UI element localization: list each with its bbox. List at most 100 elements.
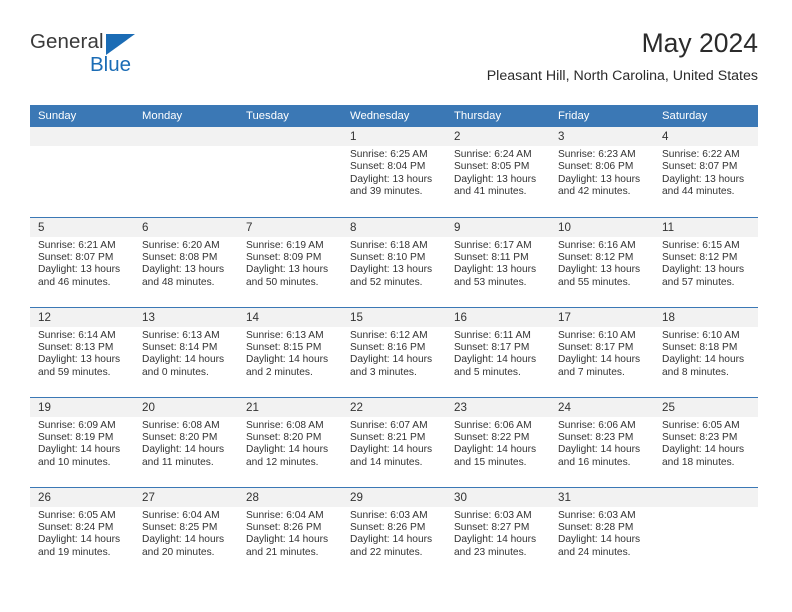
calendar-day-cell[interactable]: 20 Sunrise: 6:08 AM Sunset: 8:20 PM Dayligh… bbox=[134, 396, 238, 487]
day-details: Sunrise: 6:19 AM Sunset: 8:09 PM Daylight:… bbox=[238, 237, 342, 289]
calendar-day-cell[interactable]: 28 Sunrise: 6:04 AM Sunset: 8:26 PM Dayligh… bbox=[238, 486, 342, 577]
day-sunset-text: Sunset: 8:24 PM bbox=[38, 521, 114, 533]
calendar-grid: Sunday Monday Tuesday Wednesday Thursday Frid… bbox=[30, 105, 758, 577]
day-number: 22 bbox=[342, 397, 446, 417]
calendar-day-cell[interactable]: 17 Sunrise: 6:10 AM Sunset: 8:17 PM Dayligh… bbox=[550, 306, 654, 397]
day-sunset-text: Sunset: 8:20 PM bbox=[142, 431, 218, 443]
day-cell-inner: 19 Sunrise: 6:09 AM Sunset: 8:19 PM Dayligh… bbox=[30, 397, 134, 487]
calendar-week-row: 5 Sunrise: 6:21 AM Sunset: 8:07 PM Daylight… bbox=[30, 216, 758, 307]
day-sunset-text: Sunset: 8:10 PM bbox=[350, 251, 426, 263]
day-cell-inner: 6 Sunrise: 6:20 AM Sunset: 8:08 PM Daylight… bbox=[134, 217, 238, 307]
calendar-day-cell[interactable]: 6 Sunrise: 6:20 AM Sunset: 8:08 PM Daylight… bbox=[134, 216, 238, 307]
day-sunset-text: Sunset: 8:27 PM bbox=[454, 521, 530, 533]
calendar-day-cell[interactable]: 4 Sunrise: 6:22 AM Sunset: 8:07 PM Daylight… bbox=[654, 127, 758, 217]
day-daylight-text: and 59 minutes. bbox=[38, 366, 111, 378]
day-sunset-text: Sunset: 8:16 PM bbox=[350, 341, 426, 353]
calendar-day-cell[interactable]: 24 Sunrise: 6:06 AM Sunset: 8:23 PM Dayligh… bbox=[550, 396, 654, 487]
day-details: Sunrise: 6:21 AM Sunset: 8:07 PM Daylight:… bbox=[30, 237, 134, 289]
day-number: 13 bbox=[134, 307, 238, 327]
calendar-day-cell[interactable]: 29 Sunrise: 6:03 AM Sunset: 8:26 PM Dayligh… bbox=[342, 486, 446, 577]
day-daylight-text: and 19 minutes. bbox=[38, 546, 111, 558]
calendar-week-row: 26 Sunrise: 6:05 AM Sunset: 8:24 PM Dayligh… bbox=[30, 486, 758, 578]
calendar-day-cell[interactable]: 15 Sunrise: 6:12 AM Sunset: 8:16 PM Dayligh… bbox=[342, 306, 446, 397]
calendar-day-cell[interactable]: 30 Sunrise: 6:03 AM Sunset: 8:27 PM Dayligh… bbox=[446, 486, 550, 577]
day-number: 27 bbox=[134, 487, 238, 507]
weekday-header-row: Sunday Monday Tuesday Wednesday Thursday Frid… bbox=[30, 105, 758, 127]
day-daylight-text: Daylight: 14 hours bbox=[558, 444, 641, 456]
day-daylight-text: and 52 minutes. bbox=[350, 276, 423, 288]
day-daylight-text: Daylight: 13 hours bbox=[246, 264, 329, 276]
day-cell-inner: 27 Sunrise: 6:04 AM Sunset: 8:25 PM Dayligh… bbox=[134, 487, 238, 578]
day-sunrise-text: Sunrise: 6:17 AM bbox=[454, 239, 532, 251]
day-daylight-text: Daylight: 13 hours bbox=[454, 173, 537, 185]
day-sunrise-text: Sunrise: 6:08 AM bbox=[246, 419, 324, 431]
calendar-day-cell[interactable]: 1 Sunrise: 6:25 AM Sunset: 8:04 PM Daylight… bbox=[342, 127, 446, 217]
day-sunrise-text: Sunrise: 6:22 AM bbox=[662, 149, 740, 160]
day-sunrise-text: Sunrise: 6:08 AM bbox=[142, 419, 220, 431]
calendar-day-cell[interactable]: 9 Sunrise: 6:17 AM Sunset: 8:11 PM Daylight… bbox=[446, 216, 550, 307]
day-daylight-text: and 46 minutes. bbox=[38, 276, 111, 288]
day-daylight-text: Daylight: 14 hours bbox=[142, 534, 225, 546]
day-daylight-text: Daylight: 14 hours bbox=[350, 354, 433, 366]
day-details: Sunrise: 6:10 AM Sunset: 8:17 PM Daylight:… bbox=[550, 327, 654, 379]
brand-logo[interactable]: General Blue bbox=[30, 30, 160, 86]
day-cell-inner: 2 Sunrise: 6:24 AM Sunset: 8:05 PM Daylight… bbox=[446, 127, 550, 217]
calendar-day-cell[interactable]: 10 Sunrise: 6:16 AM Sunset: 8:12 PM Dayligh… bbox=[550, 216, 654, 307]
day-daylight-text: Daylight: 14 hours bbox=[350, 534, 433, 546]
day-cell-inner bbox=[30, 127, 134, 217]
calendar-day-cell[interactable]: 25 Sunrise: 6:05 AM Sunset: 8:23 PM Dayligh… bbox=[654, 396, 758, 487]
calendar-day-cell[interactable]: 12 Sunrise: 6:14 AM Sunset: 8:13 PM Dayligh… bbox=[30, 306, 134, 397]
calendar-day-cell[interactable]: 18 Sunrise: 6:10 AM Sunset: 8:18 PM Dayligh… bbox=[654, 306, 758, 397]
day-details: Sunrise: 6:17 AM Sunset: 8:11 PM Daylight:… bbox=[446, 237, 550, 289]
day-number: 21 bbox=[238, 397, 342, 417]
calendar-day-cell[interactable]: 22 Sunrise: 6:07 AM Sunset: 8:21 PM Dayligh… bbox=[342, 396, 446, 487]
calendar-day-cell[interactable]: 21 Sunrise: 6:08 AM Sunset: 8:20 PM Dayligh… bbox=[238, 396, 342, 487]
day-details: Sunrise: 6:24 AM Sunset: 8:05 PM Daylight:… bbox=[446, 146, 550, 198]
day-daylight-text: Daylight: 13 hours bbox=[662, 264, 745, 276]
day-daylight-text: and 50 minutes. bbox=[246, 276, 319, 288]
day-sunrise-text: Sunrise: 6:21 AM bbox=[38, 239, 116, 251]
calendar-day-cell[interactable]: 23 Sunrise: 6:06 AM Sunset: 8:22 PM Dayligh… bbox=[446, 396, 550, 487]
calendar-day-cell[interactable]: 19 Sunrise: 6:09 AM Sunset: 8:19 PM Dayligh… bbox=[30, 396, 134, 487]
day-sunset-text: Sunset: 8:08 PM bbox=[142, 251, 218, 263]
day-daylight-text: Daylight: 14 hours bbox=[662, 354, 745, 366]
calendar-day-cell[interactable]: 14 Sunrise: 6:13 AM Sunset: 8:15 PM Dayligh… bbox=[238, 306, 342, 397]
calendar-day-cell[interactable]: 16 Sunrise: 6:11 AM Sunset: 8:17 PM Dayligh… bbox=[446, 306, 550, 397]
day-details: Sunrise: 6:22 AM Sunset: 8:07 PM Daylight:… bbox=[654, 146, 758, 198]
day-details: Sunrise: 6:08 AM Sunset: 8:20 PM Daylight:… bbox=[134, 417, 238, 469]
day-number: 17 bbox=[550, 307, 654, 327]
calendar-day-cell[interactable]: 11 Sunrise: 6:15 AM Sunset: 8:12 PM Dayligh… bbox=[654, 216, 758, 307]
day-sunrise-text: Sunrise: 6:09 AM bbox=[38, 419, 116, 431]
calendar-day-cell[interactable]: 7 Sunrise: 6:19 AM Sunset: 8:09 PM Daylight… bbox=[238, 216, 342, 307]
day-cell-inner: 17 Sunrise: 6:10 AM Sunset: 8:17 PM Dayligh… bbox=[550, 307, 654, 397]
calendar-day-cell[interactable]: 5 Sunrise: 6:21 AM Sunset: 8:07 PM Daylight… bbox=[30, 216, 134, 307]
day-sunset-text: Sunset: 8:26 PM bbox=[350, 521, 426, 533]
day-daylight-text: and 55 minutes. bbox=[558, 276, 631, 288]
day-number: 3 bbox=[550, 127, 654, 146]
calendar-day-cell[interactable]: 13 Sunrise: 6:13 AM Sunset: 8:14 PM Dayligh… bbox=[134, 306, 238, 397]
page-header: General Blue May 2024 Pleasant Hill, Nor… bbox=[30, 26, 758, 98]
day-number: 4 bbox=[654, 127, 758, 146]
day-sunrise-text: Sunrise: 6:03 AM bbox=[558, 509, 636, 521]
day-sunset-text: Sunset: 8:17 PM bbox=[558, 341, 634, 353]
day-number: 11 bbox=[654, 217, 758, 237]
calendar-day-cell[interactable]: 2 Sunrise: 6:24 AM Sunset: 8:05 PM Daylight… bbox=[446, 127, 550, 217]
calendar-day-cell[interactable]: 8 Sunrise: 6:18 AM Sunset: 8:10 PM Daylight… bbox=[342, 216, 446, 307]
calendar-day-cell[interactable]: 31 Sunrise: 6:03 AM Sunset: 8:28 PM Dayligh… bbox=[550, 486, 654, 577]
day-sunrise-text: Sunrise: 6:11 AM bbox=[454, 329, 531, 341]
calendar-day-cell[interactable]: 3 Sunrise: 6:23 AM Sunset: 8:06 PM Daylight… bbox=[550, 127, 654, 217]
day-sunset-text: Sunset: 8:23 PM bbox=[558, 431, 634, 443]
day-daylight-text: Daylight: 13 hours bbox=[662, 173, 745, 185]
day-daylight-text: Daylight: 14 hours bbox=[142, 354, 225, 366]
day-cell-inner bbox=[654, 487, 758, 578]
calendar-day-cell[interactable]: 26 Sunrise: 6:05 AM Sunset: 8:24 PM Dayligh… bbox=[30, 486, 134, 577]
day-daylight-text: Daylight: 14 hours bbox=[38, 534, 121, 546]
day-daylight-text: Daylight: 13 hours bbox=[558, 173, 641, 185]
calendar-day-cell[interactable]: 27 Sunrise: 6:04 AM Sunset: 8:25 PM Dayligh… bbox=[134, 486, 238, 578]
calendar-table: Sunday Monday Tuesday Wednesday Thursday Frid… bbox=[30, 105, 758, 577]
day-details: Sunrise: 6:25 AM Sunset: 8:04 PM Daylight:… bbox=[342, 146, 446, 198]
day-sunrise-text: Sunrise: 6:23 AM bbox=[558, 149, 636, 160]
calendar-week-row: 1 Sunrise: 6:25 AM Sunset: 8:04 PM Daylight… bbox=[30, 127, 758, 217]
day-sunset-text: Sunset: 8:15 PM bbox=[246, 341, 322, 353]
day-details: Sunrise: 6:16 AM Sunset: 8:12 PM Daylight:… bbox=[550, 237, 654, 289]
